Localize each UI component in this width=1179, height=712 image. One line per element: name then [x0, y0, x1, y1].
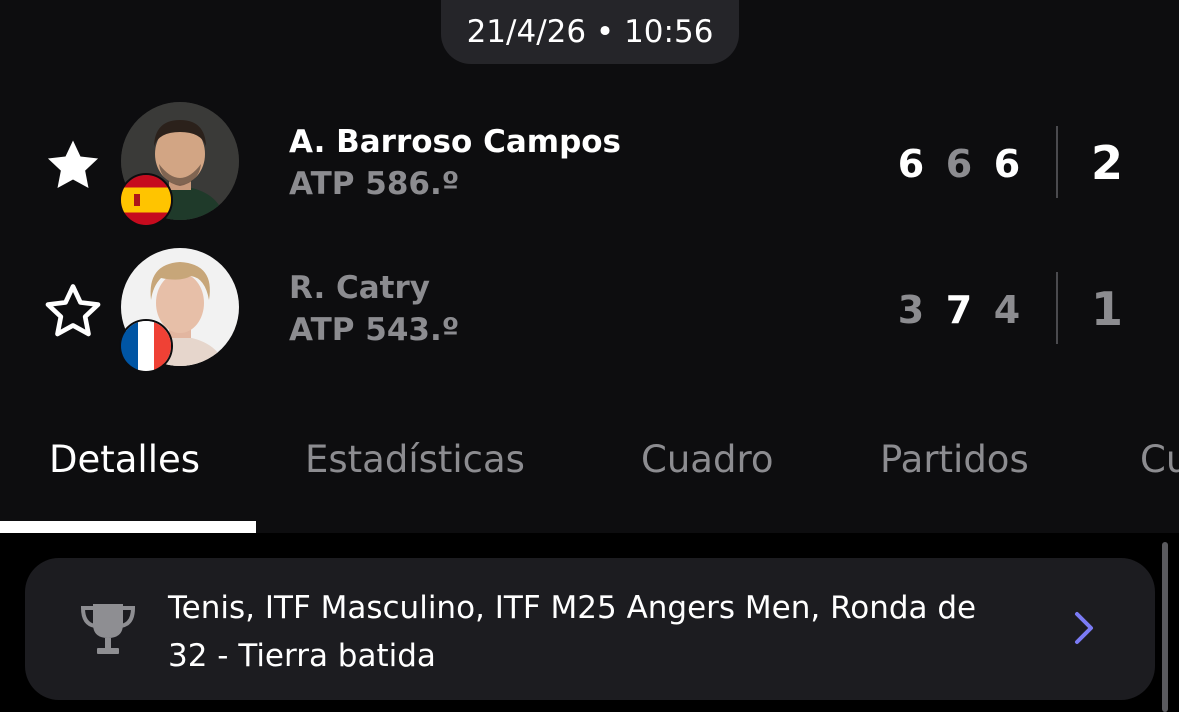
set-score: 6 — [897, 142, 925, 186]
set-score: 3 — [897, 288, 925, 332]
player-name[interactable]: A. Barroso Campos — [289, 124, 621, 160]
tournament-line-2: 32 - Tierra batida — [168, 638, 436, 674]
spain-flag-icon — [119, 173, 173, 227]
trophy-icon — [80, 604, 136, 654]
player-ranking: ATP 543.º — [289, 312, 460, 348]
match-datetime: 21/4/26 • 10:56 — [441, 0, 739, 64]
tournament-description: Tenis, ITF Masculino, ITF M25 Angers Men… — [168, 584, 1048, 680]
favorite-star-outline-icon[interactable] — [42, 280, 104, 342]
tab-cut-off[interactable]: Cu — [1140, 438, 1179, 481]
france-flag-icon — [119, 319, 173, 373]
chevron-right-icon[interactable] — [1069, 608, 1099, 648]
tab-cuadro[interactable]: Cuadro — [641, 438, 773, 481]
set-score: 6 — [993, 142, 1021, 186]
match-header: 21/4/26 • 10:56 A. Barroso Campos ATP 58… — [0, 0, 1179, 533]
set-score: 7 — [945, 288, 973, 332]
scrollbar[interactable] — [1162, 542, 1168, 712]
player-row-2[interactable]: R. Catry ATP 543.º 3 7 4 1 — [0, 244, 1179, 373]
tournament-info-card[interactable]: Tenis, ITF Masculino, ITF M25 Angers Men… — [25, 558, 1155, 700]
tab-estadisticas[interactable]: Estadísticas — [305, 438, 525, 481]
set-score: 4 — [993, 288, 1021, 332]
player-name[interactable]: R. Catry — [289, 270, 430, 306]
player-ranking: ATP 586.º — [289, 166, 460, 202]
player-row-1[interactable]: A. Barroso Campos ATP 586.º 6 6 6 2 — [0, 98, 1179, 227]
score-divider — [1056, 126, 1058, 198]
active-tab-indicator — [0, 521, 256, 533]
set-score: 6 — [945, 142, 973, 186]
sets-won: 2 — [1090, 136, 1123, 190]
tournament-line-1: Tenis, ITF Masculino, ITF M25 Angers Men… — [168, 590, 977, 626]
tab-bar: Detalles Estadísticas Cuadro Partidos Cu — [0, 420, 1179, 533]
tab-partidos[interactable]: Partidos — [880, 438, 1029, 481]
score-divider — [1056, 272, 1058, 344]
favorite-star-filled-icon[interactable] — [42, 134, 104, 196]
tab-detalles[interactable]: Detalles — [49, 438, 200, 481]
sets-won: 1 — [1090, 282, 1123, 336]
